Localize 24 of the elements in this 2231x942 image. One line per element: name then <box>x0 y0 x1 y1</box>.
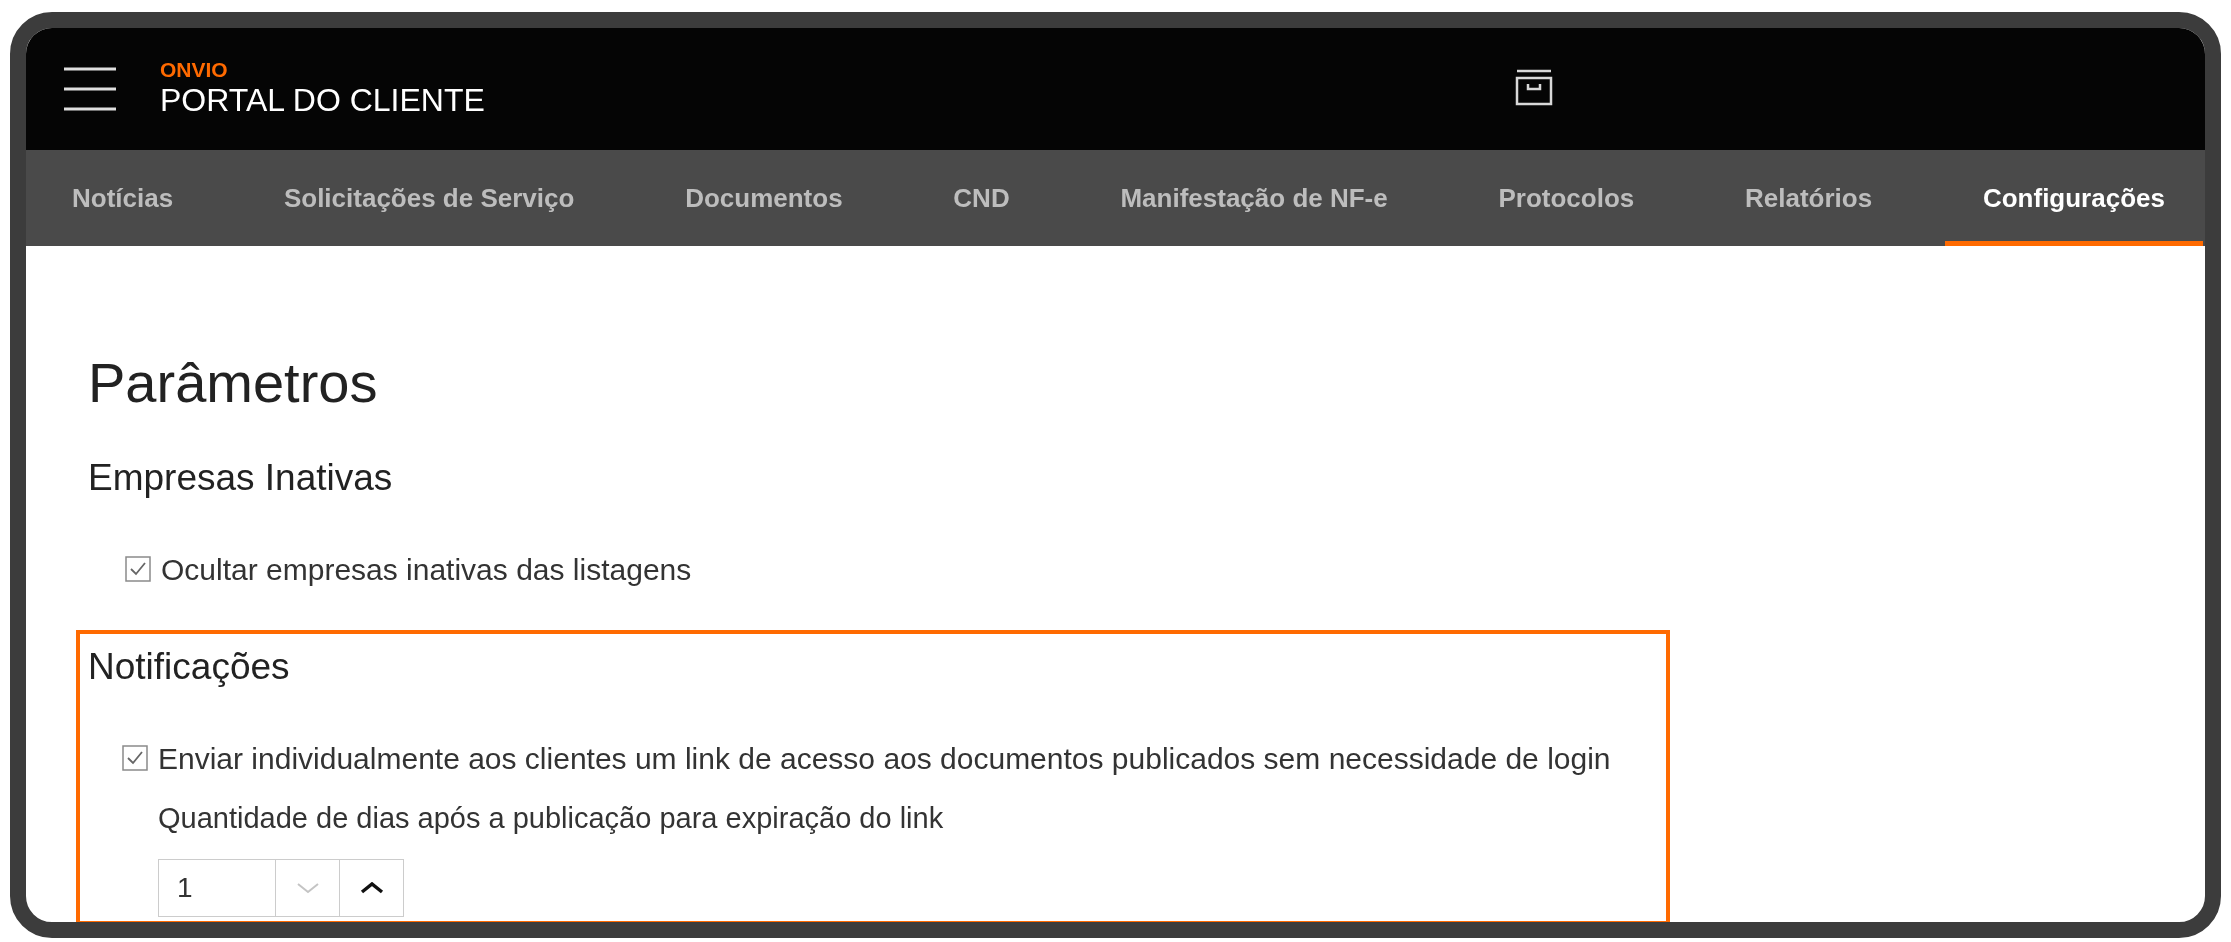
field-label: Quantidade de dias após a publicação para expiração do link <box>158 801 944 836</box>
nav-tab[interactable]: Solicitações de Serviço <box>245 150 613 246</box>
menu-icon[interactable] <box>62 66 118 112</box>
nav-tab[interactable]: Protocolos <box>1460 150 1673 246</box>
checkbox[interactable] <box>122 745 148 771</box>
archive-icon[interactable] <box>1514 68 1554 106</box>
option-label: Ocultar empresas inativas das listagens <box>161 551 692 588</box>
number-field[interactable]: 1 <box>158 859 276 917</box>
increment-button[interactable] <box>340 859 404 917</box>
section-title: Empresas Inativas <box>88 456 394 500</box>
chevron-up-icon <box>359 882 384 894</box>
nav-tab[interactable]: CND <box>915 150 1048 246</box>
nav-tab[interactable]: Manifestação de NF-e <box>1082 150 1426 246</box>
checkbox[interactable] <box>125 556 151 582</box>
section-title: Notificações <box>88 645 291 689</box>
nav-tab[interactable]: Notícias <box>34 150 212 246</box>
brand-logo: ONVIO <box>160 59 229 81</box>
nav-tab[interactable]: Documentos <box>647 150 881 246</box>
page-title: Parâmetros <box>88 351 378 415</box>
nav-tab[interactable]: Configurações <box>1944 150 2203 246</box>
option-label: Enviar individualmente aos clientes um link de acesso aos documentos publicados sem necessidade de login <box>158 740 1611 777</box>
nav-tab[interactable]: Relatórios <box>1707 150 1911 246</box>
app-title: PORTAL DO CLIENTE <box>160 81 485 119</box>
chevron-down-icon <box>295 882 320 894</box>
